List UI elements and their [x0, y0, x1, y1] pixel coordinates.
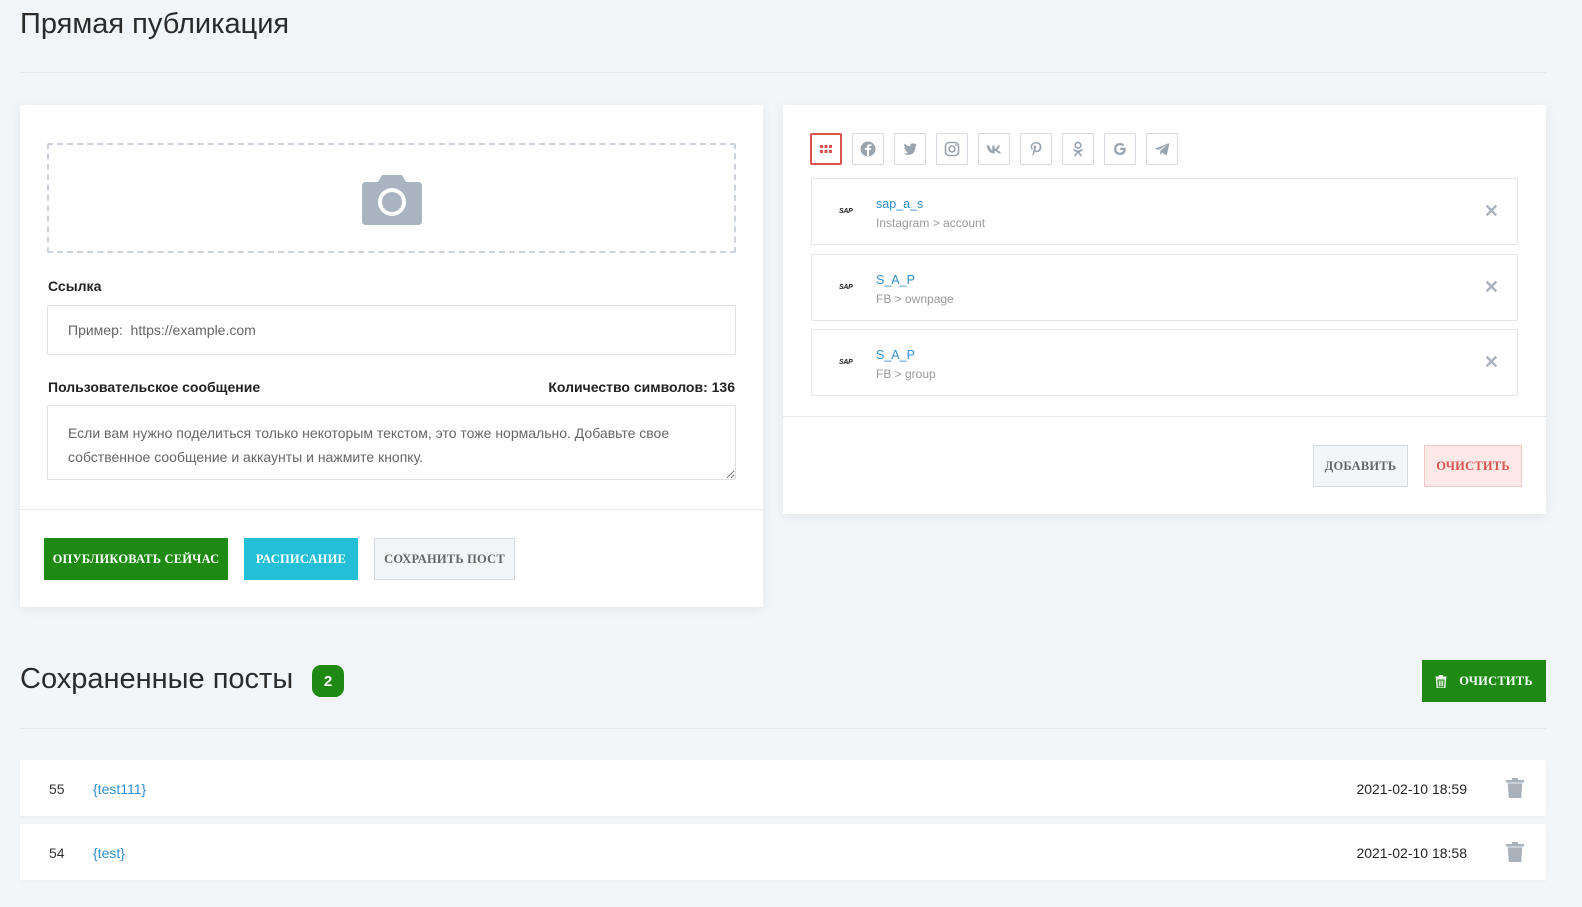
facebook-icon	[860, 141, 876, 157]
clear-accounts-button[interactable]: Очистить	[1424, 445, 1522, 487]
remove-account-icon[interactable]: ✕	[1484, 353, 1499, 371]
char-count: Количество символов: 136	[548, 379, 735, 395]
divider	[20, 728, 1546, 729]
link-input[interactable]	[47, 305, 736, 355]
google-icon	[1114, 143, 1126, 155]
vk-button[interactable]	[978, 133, 1010, 165]
accounts-card: SAP sap_a_s Instagram > account ✕ SAP S_…	[783, 105, 1546, 514]
google-button[interactable]	[1104, 133, 1136, 165]
account-item: SAP sap_a_s Instagram > account ✕	[811, 178, 1518, 245]
divider	[20, 509, 763, 510]
account-name[interactable]: sap_a_s	[876, 197, 923, 211]
delete-post-icon[interactable]	[1506, 842, 1524, 862]
post-id: 55	[49, 781, 65, 797]
image-dropzone[interactable]	[47, 143, 736, 253]
account-item: SAP S_A_P FB > ownpage ✕	[811, 254, 1518, 321]
odnoklassniki-button[interactable]	[1062, 133, 1094, 165]
instagram-button[interactable]	[936, 133, 968, 165]
telegram-icon	[1154, 143, 1170, 156]
account-logo: SAP	[839, 208, 853, 215]
account-type: FB > ownpage	[876, 292, 954, 306]
account-name[interactable]: S_A_P	[876, 273, 915, 287]
saved-post-row: 55 {test111} 2021-02-10 18:59	[20, 760, 1546, 816]
all-networks-button[interactable]	[810, 133, 842, 165]
account-item: SAP S_A_P FB > group ✕	[811, 329, 1518, 396]
vk-icon	[986, 145, 1002, 154]
account-type: Instagram > account	[876, 216, 986, 230]
remove-account-icon[interactable]: ✕	[1484, 202, 1499, 220]
twitter-button[interactable]	[894, 133, 926, 165]
clear-saved-label: Очистить	[1459, 673, 1533, 688]
post-name-link[interactable]: {test}	[93, 845, 125, 861]
post-name-link[interactable]: {test111}	[93, 781, 146, 797]
post-id: 54	[49, 845, 65, 861]
message-label: Пользовательское сообщение	[48, 379, 261, 395]
camera-icon	[361, 175, 422, 225]
all-grid-icon	[820, 145, 832, 153]
clear-saved-button[interactable]: Очистить	[1422, 660, 1546, 702]
saved-post-row: 54 {test} 2021-02-10 18:58	[20, 824, 1546, 880]
link-label: Ссылка	[48, 278, 102, 294]
odnoklassniki-icon	[1073, 141, 1083, 157]
facebook-button[interactable]	[852, 133, 884, 165]
divider	[20, 72, 1546, 73]
pinterest-button[interactable]	[1020, 133, 1052, 165]
message-textarea[interactable]: Если вам нужно поделиться только некотор…	[47, 405, 736, 480]
remove-account-icon[interactable]: ✕	[1484, 278, 1499, 296]
pinterest-icon	[1030, 142, 1042, 157]
account-logo: SAP	[839, 359, 853, 366]
telegram-button[interactable]	[1146, 133, 1178, 165]
add-account-button[interactable]: Добавить	[1313, 445, 1408, 487]
trash-icon	[1435, 674, 1447, 688]
save-post-button[interactable]: Сохранить пост	[374, 538, 515, 580]
post-date: 2021-02-10 18:59	[1356, 781, 1467, 797]
saved-count-badge: 2	[312, 665, 344, 697]
account-logo: SAP	[839, 284, 853, 291]
page-title: Прямая публикация	[20, 8, 290, 40]
twitter-icon	[903, 143, 917, 155]
account-type: FB > group	[876, 367, 936, 381]
instagram-icon	[944, 141, 960, 157]
schedule-button[interactable]: Расписание	[244, 538, 358, 580]
account-name[interactable]: S_A_P	[876, 348, 915, 362]
delete-post-icon[interactable]	[1506, 778, 1524, 798]
post-date: 2021-02-10 18:58	[1356, 845, 1467, 861]
saved-posts-title: Сохраненные посты	[20, 663, 294, 695]
composer-card: Ссылка Пользовательское сообщение Количе…	[20, 105, 763, 607]
publish-now-button[interactable]: Опубликовать сейчас	[44, 538, 228, 580]
network-filter	[810, 133, 1178, 165]
divider	[783, 416, 1546, 417]
